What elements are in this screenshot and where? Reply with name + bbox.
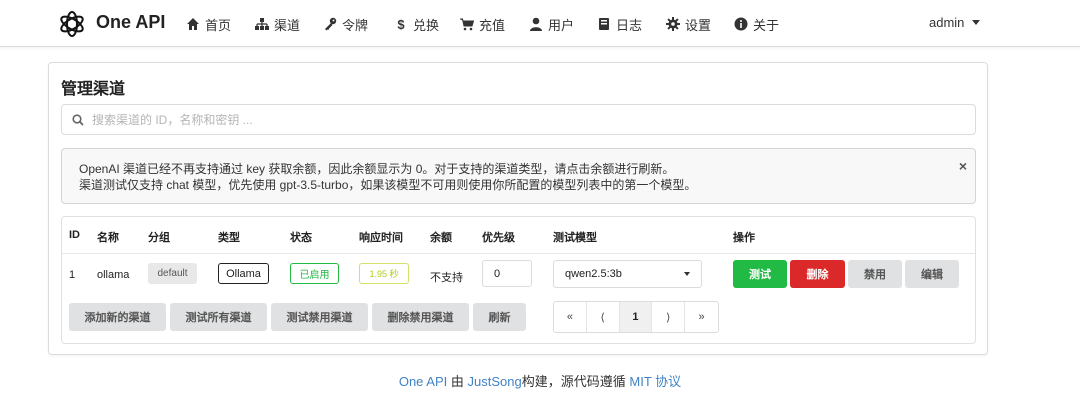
nav-logs[interactable]: 日志 (597, 15, 642, 33)
col-header-priority[interactable]: 优先级 (482, 229, 515, 245)
col-header-balance[interactable]: 余额 (430, 229, 452, 245)
user-icon (529, 17, 543, 31)
notice-line-1: OpenAI 渠道已经不再支持通过 key 获取余额，因此余额显示为 0。对于支… (79, 162, 675, 176)
nav-users[interactable]: 用户 (529, 15, 574, 33)
chevron-down-icon (684, 272, 690, 276)
edit-button[interactable]: 编辑 (905, 260, 959, 288)
nav-label: 首页 (205, 17, 232, 33)
nav-label: 兑换 (413, 17, 440, 33)
close-icon[interactable]: × (959, 158, 967, 174)
nav-label: 渠道 (274, 17, 301, 33)
col-header-group[interactable]: 分组 (148, 229, 170, 245)
response-time-badge[interactable]: 1.95 秒 (359, 263, 409, 284)
test-button[interactable]: 测试 (733, 260, 787, 288)
gear-icon (666, 17, 680, 31)
pagination: « ⟨ 1 ⟩ » (553, 301, 719, 333)
page-title: 管理渠道 (61, 81, 126, 98)
header-divider (62, 253, 975, 254)
test-all-channels-button[interactable]: 测试所有渠道 (170, 303, 267, 331)
cell-id: 1 (69, 269, 76, 281)
notice-line-2: 渠道测试仅支持 chat 模型，优先使用 gpt-3.5-turbo，如果该模型… (79, 178, 697, 192)
first-page-button[interactable]: « (554, 302, 587, 332)
top-navbar: One API 首页 渠道 令牌 $ 兑换 充值 用户 日志 设置 关于 adm… (0, 0, 1080, 47)
col-header-actions: 操作 (733, 232, 755, 244)
nav-redeem[interactable]: $ 兑换 (394, 15, 439, 33)
priority-value: 0 (494, 267, 501, 280)
refresh-button[interactable]: 刷新 (473, 303, 526, 331)
cart-icon (460, 17, 474, 31)
search-input[interactable] (92, 112, 952, 127)
test-model-value: qwen2.5:3b (565, 268, 622, 280)
dollar-icon: $ (397, 16, 405, 32)
page-footer: One API 由 JustSong构建，源代码遵循 MIT 协议 (0, 371, 1080, 390)
cell-balance[interactable]: 不支持 (430, 269, 463, 285)
col-header-name[interactable]: 名称 (97, 229, 119, 245)
notice-message: OpenAI 渠道已经不再支持通过 key 获取余额，因此余额显示为 0。对于支… (61, 148, 976, 204)
channels-table: ID 名称 分组 类型 状态 响应时间 余额 优先级 测试模型 操作 1 oll… (61, 216, 976, 344)
type-label: Ollama (218, 263, 269, 284)
footer-by-text: 由 (450, 374, 464, 389)
chevron-down-icon (972, 20, 981, 25)
nav-settings[interactable]: 设置 (666, 15, 711, 33)
col-header-type[interactable]: 类型 (218, 229, 240, 245)
footer-license-link[interactable]: MIT 协议 (629, 374, 681, 389)
nav-label: 关于 (753, 17, 780, 33)
last-page-button[interactable]: » (685, 302, 718, 332)
book-icon (597, 17, 611, 31)
prev-page-button[interactable]: ⟨ (587, 302, 620, 332)
status-badge: 已启用 (290, 263, 339, 284)
next-page-button[interactable]: ⟩ (652, 302, 686, 332)
nav-tokens[interactable]: 令牌 (323, 15, 368, 33)
priority-input[interactable]: 0 (482, 260, 532, 287)
col-header-response-time[interactable]: 响应时间 (359, 229, 403, 245)
col-header-test-model[interactable]: 测试模型 (553, 229, 597, 245)
footer-built-text: 构建，源代码遵循 (521, 374, 626, 389)
col-header-status[interactable]: 状态 (290, 229, 312, 245)
footer-app-link[interactable]: One API (399, 374, 447, 389)
add-channel-button[interactable]: 添加新的渠道 (69, 303, 166, 331)
nav-channels[interactable]: 渠道 (255, 15, 300, 33)
user-menu[interactable]: admin (929, 15, 981, 30)
info-circle-icon (734, 17, 748, 31)
brand-name[interactable]: One API (96, 12, 165, 33)
nav-label: 用户 (548, 17, 575, 33)
home-icon (186, 17, 200, 31)
page-1-button[interactable]: 1 (619, 302, 653, 332)
channel-management-card: 管理渠道 OpenAI 渠道已经不再支持通过 key 获取余额，因此余额显示为 … (48, 62, 988, 355)
key-icon (323, 17, 337, 31)
username: admin (929, 15, 965, 30)
openai-logo-icon[interactable] (57, 9, 87, 39)
nav-topup[interactable]: 充值 (460, 15, 505, 33)
group-label: default (148, 263, 197, 284)
search-box[interactable] (61, 104, 976, 135)
col-header-id[interactable]: ID (69, 229, 80, 241)
sitemap-icon (255, 17, 269, 31)
nav-label: 日志 (616, 17, 643, 33)
disable-button[interactable]: 禁用 (848, 260, 902, 288)
nav-label: 充值 (479, 17, 506, 33)
nav-home[interactable]: 首页 (186, 15, 231, 33)
footer-author-link[interactable]: JustSong (468, 374, 522, 389)
test-disabled-channels-button[interactable]: 测试禁用渠道 (271, 303, 368, 331)
search-icon (72, 113, 84, 126)
delete-disabled-channels-button[interactable]: 删除禁用渠道 (372, 303, 469, 331)
delete-button[interactable]: 删除 (790, 260, 845, 288)
nav-label: 设置 (685, 17, 712, 33)
cell-name: ollama (97, 269, 130, 281)
test-model-select[interactable]: qwen2.5:3b (553, 260, 702, 288)
nav-about[interactable]: 关于 (734, 15, 779, 33)
nav-label: 令牌 (342, 17, 369, 33)
